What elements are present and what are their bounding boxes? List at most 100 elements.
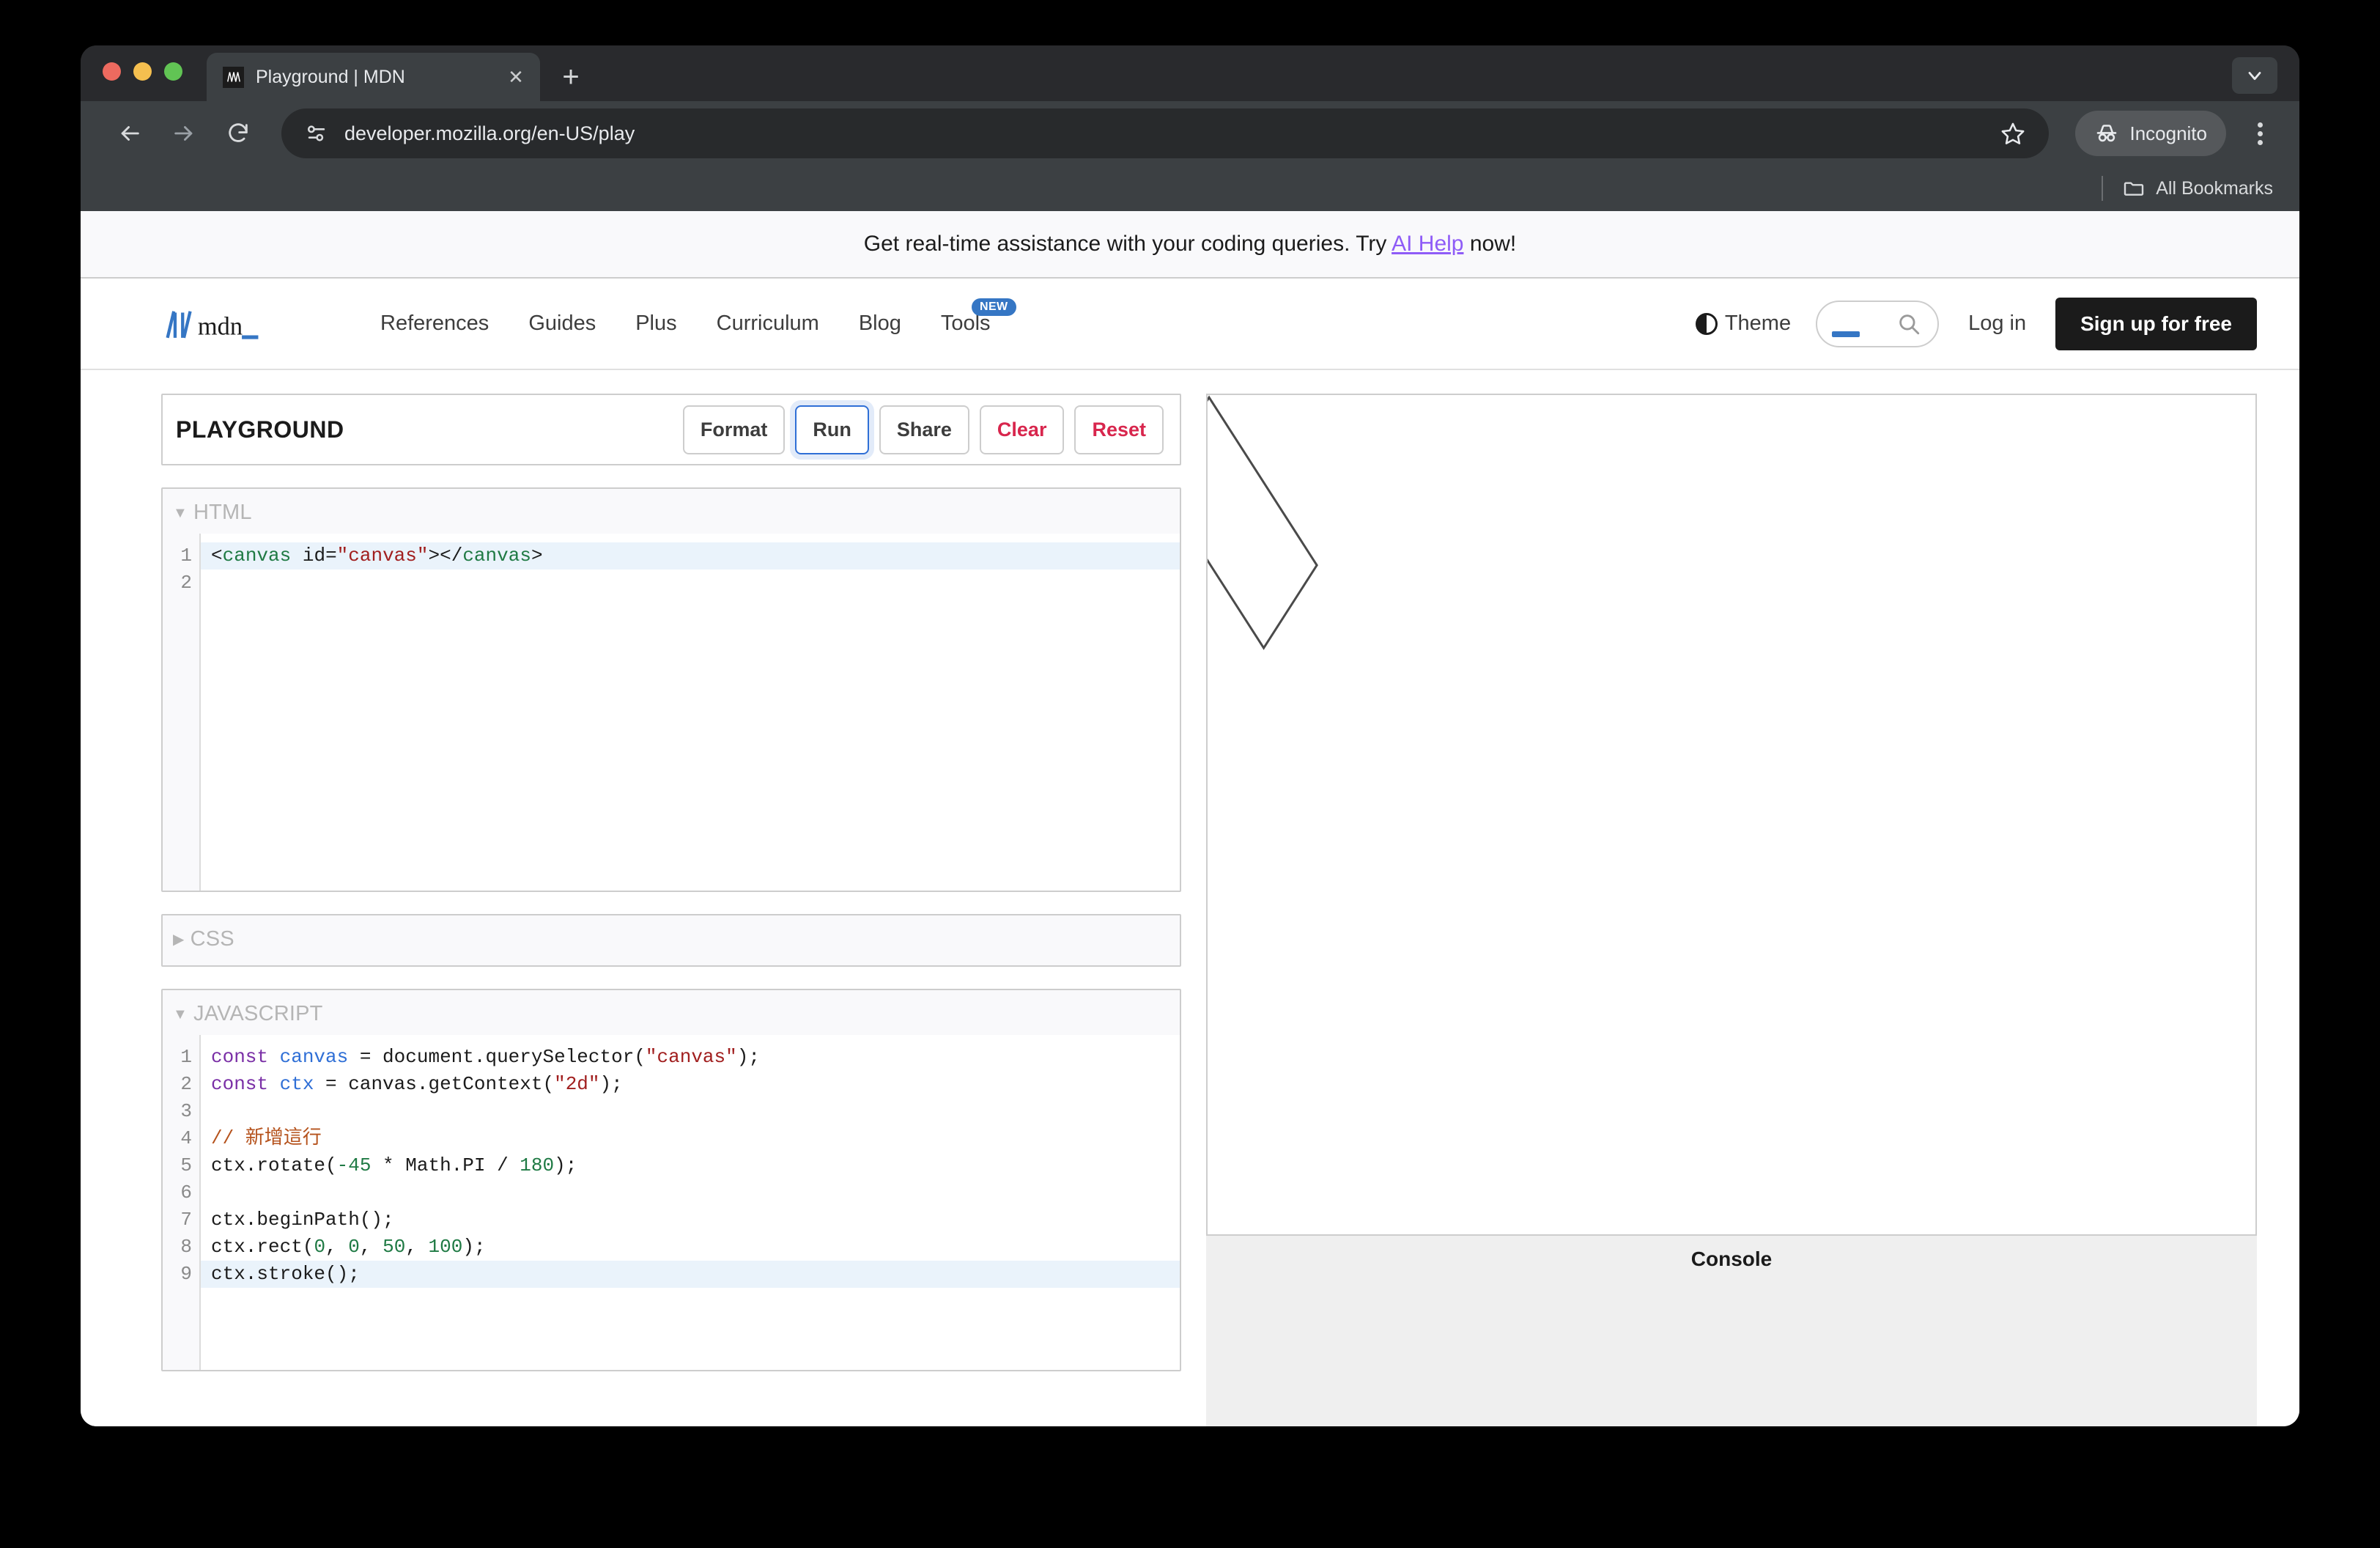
- bookmarks-bar: All Bookmarks: [81, 166, 2299, 211]
- window-traffic-lights: [103, 45, 182, 101]
- arrow-left-icon[interactable]: [106, 109, 154, 158]
- javascript-editor-header[interactable]: ▼ JAVASCRIPT: [163, 990, 1180, 1035]
- line-number: 2: [180, 572, 192, 594]
- mdn-logo[interactable]: mdn: [161, 303, 287, 345]
- star-icon[interactable]: [1992, 112, 2034, 155]
- address-bar[interactable]: developer.mozilla.org/en-US/play: [281, 108, 2050, 158]
- close-icon[interactable]: ✕: [502, 63, 530, 91]
- incognito-label: Incognito: [2129, 122, 2207, 144]
- ai-help-link[interactable]: AI Help: [1392, 232, 1463, 256]
- bookmarks-divider: [2102, 176, 2104, 201]
- line-number: 2: [180, 1073, 192, 1095]
- html-code-area[interactable]: 1 2 <canvas id="canvas"></canvas>: [163, 534, 1180, 891]
- line-number: 1: [180, 545, 192, 567]
- share-button[interactable]: Share: [879, 405, 969, 454]
- all-bookmarks-button[interactable]: All Bookmarks: [2122, 177, 2273, 200]
- site-settings-icon[interactable]: [300, 117, 333, 150]
- nav-item-curriculum[interactable]: Curriculum: [697, 312, 839, 336]
- javascript-code-lines[interactable]: const canvas = document.querySelector("c…: [201, 1035, 1180, 1370]
- console-panel: Console: [1206, 1236, 2257, 1426]
- javascript-code-area[interactable]: 1 2 3 4 5 6 7 8 9 const canvas = documen…: [163, 1035, 1180, 1370]
- html-editor-panel: ▼ HTML 1 2 <canvas id="canvas"></canvas>: [161, 487, 1181, 892]
- code-line: ctx.beginPath();: [211, 1209, 394, 1231]
- console-title: Console: [1690, 1247, 1773, 1270]
- browser-tab[interactable]: Playground | MDN ✕: [207, 53, 540, 101]
- css-editor-header[interactable]: ▶ CSS: [163, 915, 1180, 960]
- chevron-down-icon: ▼: [173, 504, 188, 521]
- reload-icon[interactable]: [214, 109, 262, 158]
- line-number: 7: [180, 1209, 192, 1231]
- clear-button[interactable]: Clear: [979, 405, 1065, 454]
- search-input[interactable]: [1816, 300, 1940, 347]
- format-button[interactable]: Format: [682, 405, 786, 454]
- code-line: ctx.stroke();: [201, 1261, 1180, 1288]
- login-link[interactable]: Log in: [1968, 312, 2026, 336]
- nav-item-references[interactable]: References: [361, 312, 509, 336]
- kebab-menu-icon[interactable]: [2239, 113, 2280, 154]
- nav-item-plus[interactable]: Plus: [616, 312, 696, 336]
- nav-item-tools[interactable]: Tools NEW: [921, 298, 1016, 336]
- reset-button[interactable]: Reset: [1074, 405, 1164, 454]
- browser-window: Playground | MDN ✕ + developer.mozilla.o…: [81, 45, 2299, 1426]
- line-number: 5: [180, 1154, 192, 1176]
- run-button[interactable]: Run: [795, 405, 869, 454]
- html-editor-header[interactable]: ▼ HTML: [163, 489, 1180, 534]
- code-line: const ctx = canvas.getContext("2d");: [211, 1073, 623, 1095]
- rotated-rectangle-outline: [1208, 397, 1317, 648]
- ai-help-banner: Get real-time assistance with your codin…: [81, 211, 2299, 279]
- playground-toolbar: PLAYGROUND Format Run Share Clear Reset: [161, 394, 1181, 465]
- javascript-editor-panel: ▼ JAVASCRIPT 1 2 3 4 5 6 7 8 9 const can…: [161, 989, 1181, 1371]
- css-editor-panel: ▶ CSS: [161, 914, 1181, 967]
- code-line: const canvas = document.querySelector("c…: [211, 1046, 760, 1068]
- banner-text-after: now!: [1463, 232, 1517, 256]
- minimize-window-button[interactable]: [133, 62, 152, 81]
- mdn-site-header: mdn References Guides Plus Curriculum Bl…: [81, 279, 2299, 370]
- theme-toggle-button[interactable]: Theme: [1695, 312, 1792, 336]
- html-editor-label: HTML: [193, 501, 252, 524]
- banner-text-before: Get real-time assistance with your codin…: [863, 232, 1392, 256]
- line-number: 8: [180, 1236, 192, 1258]
- url-text: developer.mozilla.org/en-US/play: [344, 122, 635, 144]
- page-content: Get real-time assistance with your codin…: [81, 211, 2299, 1426]
- close-window-button[interactable]: [103, 62, 121, 81]
- line-number: 9: [180, 1263, 192, 1285]
- new-badge: NEW: [972, 298, 1016, 316]
- chevron-down-icon[interactable]: [2232, 57, 2277, 94]
- maximize-window-button[interactable]: [164, 62, 182, 81]
- render-output-panel[interactable]: [1206, 394, 2257, 1236]
- canvas-output: [1208, 395, 2255, 1234]
- playground-layout: PLAYGROUND Format Run Share Clear Reset …: [81, 370, 2299, 1426]
- nav-item-guides[interactable]: Guides: [509, 312, 616, 336]
- code-line: ctx.rect(0, 0, 50, 100);: [211, 1236, 486, 1258]
- browser-toolbar: developer.mozilla.org/en-US/play Incogni…: [81, 101, 2299, 166]
- playground-editors-column: PLAYGROUND Format Run Share Clear Reset …: [161, 394, 1181, 1426]
- arrow-right-icon[interactable]: [160, 109, 208, 158]
- line-number: 6: [180, 1182, 192, 1204]
- nav-item-blog[interactable]: Blog: [839, 312, 921, 336]
- code-line: // 新增這行: [211, 1127, 322, 1149]
- all-bookmarks-label: All Bookmarks: [2156, 177, 2273, 199]
- half-circle-icon: [1695, 312, 1718, 335]
- incognito-icon: [2097, 125, 2117, 142]
- chevron-down-icon: ▼: [173, 1006, 188, 1022]
- html-code-lines[interactable]: <canvas id="canvas"></canvas>: [201, 534, 1180, 891]
- ai-help-banner-text: Get real-time assistance with your codin…: [864, 232, 1516, 257]
- mdn-header-actions: Theme Log in Sign up for free: [1695, 297, 2257, 350]
- javascript-editor-label: JAVASCRIPT: [193, 1002, 323, 1025]
- mdn-logo-icon: mdn: [166, 310, 259, 340]
- theme-label: Theme: [1724, 312, 1792, 335]
- javascript-line-numbers: 1 2 3 4 5 6 7 8 9: [163, 1035, 201, 1370]
- search-cursor: [1832, 331, 1860, 337]
- playground-action-buttons: Format Run Share Clear Reset: [682, 405, 1164, 454]
- mdn-main-nav: References Guides Plus Curriculum Blog T…: [361, 298, 1016, 336]
- incognito-indicator[interactable]: Incognito: [2075, 111, 2226, 156]
- code-line: ctx.rotate(-45 * Math.PI / 180);: [211, 1154, 577, 1176]
- html-line-numbers: 1 2: [163, 534, 201, 891]
- folder-icon: [2124, 182, 2144, 196]
- plus-icon[interactable]: +: [550, 56, 591, 97]
- mdn-favicon-icon: [223, 66, 244, 88]
- signup-button[interactable]: Sign up for free: [2055, 297, 2257, 350]
